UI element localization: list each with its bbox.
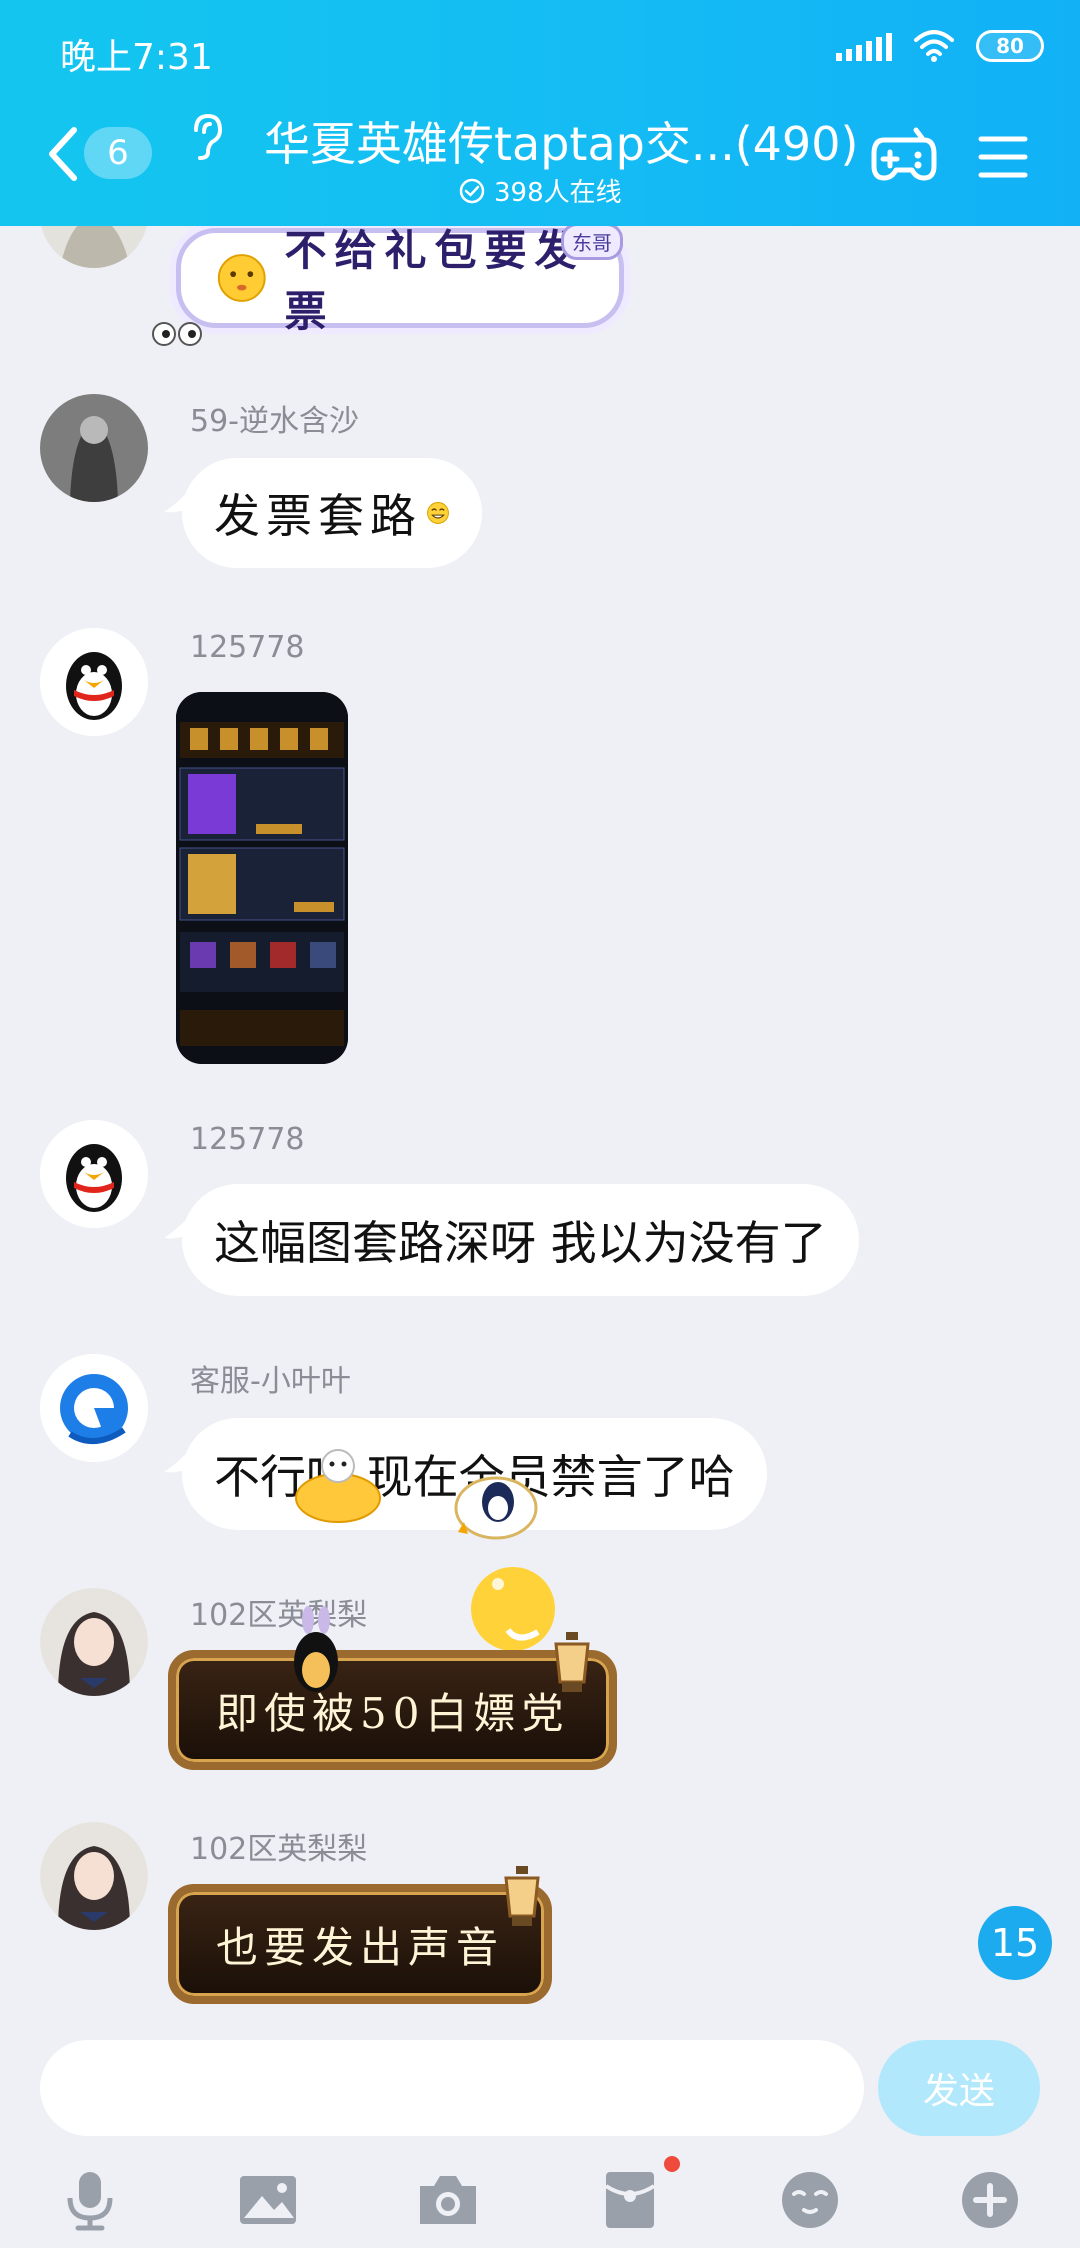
lantern-icon bbox=[554, 1632, 590, 1692]
gamepad-icon[interactable] bbox=[870, 126, 938, 184]
message-list[interactable]: 不给礼包要发票 东哥 59-逆水含沙 发票套路 125778 125778 这幅… bbox=[0, 226, 1080, 2038]
message-text: 发票套路 bbox=[214, 489, 422, 543]
member-tag: 东哥 bbox=[561, 226, 623, 260]
gold-message-bubble[interactable]: 也要发出声音 bbox=[168, 1884, 553, 2004]
microphone-icon[interactable] bbox=[58, 2168, 122, 2232]
image-message[interactable] bbox=[176, 692, 348, 1064]
penguin-sticker-icon bbox=[454, 1476, 538, 1540]
signal-icon bbox=[836, 31, 892, 61]
chat-header: 晚上7:31 80 6 华夏英雄传taptap交...(490) 398人在线 bbox=[0, 0, 1080, 226]
notification-dot bbox=[664, 2156, 680, 2172]
polar-bear-sticker-icon bbox=[295, 1449, 381, 1523]
unread-count-badge[interactable]: 6 bbox=[84, 127, 152, 179]
grin-emoji-icon bbox=[427, 502, 449, 524]
chevron-left-icon[interactable] bbox=[42, 124, 82, 184]
plus-icon[interactable] bbox=[958, 2168, 1022, 2232]
sender-name: 59-逆水含沙 bbox=[190, 404, 359, 439]
image-icon[interactable] bbox=[236, 2168, 300, 2232]
online-count: 398人在线 bbox=[494, 178, 622, 208]
online-status: 398人在线 bbox=[458, 172, 622, 209]
lantern-icon bbox=[504, 1866, 540, 1926]
group-name: 华夏英雄传taptap交... bbox=[264, 117, 735, 171]
member-count: (490) bbox=[734, 117, 859, 171]
customer-service-avatar-icon bbox=[40, 1354, 148, 1462]
check-circle-icon bbox=[459, 178, 485, 203]
sender-name: 125778 bbox=[190, 1122, 305, 1157]
avatar[interactable] bbox=[40, 226, 148, 268]
penguin-eyes-decoration bbox=[152, 322, 202, 346]
rabbit-penguin-sticker-icon bbox=[294, 1606, 338, 1692]
message-input[interactable] bbox=[40, 2040, 864, 2136]
message-text: 也要发出声音 bbox=[216, 1922, 505, 1972]
bottom-toolbar bbox=[0, 2148, 1080, 2248]
pout-emoji-icon bbox=[217, 254, 266, 302]
wifi-icon bbox=[914, 30, 954, 62]
sticker-bubble[interactable]: 不给礼包要发票 东哥 bbox=[176, 226, 624, 336]
group-title[interactable]: 华夏英雄传taptap交...(490) bbox=[264, 108, 858, 174]
message-text: 即使被50白嫖党 bbox=[216, 1688, 570, 1738]
sender-name: 客服-小叶叶 bbox=[190, 1364, 351, 1399]
status-icons: 80 bbox=[836, 30, 1044, 62]
ear-icon[interactable] bbox=[186, 112, 226, 162]
avatar[interactable] bbox=[40, 1120, 148, 1228]
status-time: 晚上7:31 bbox=[60, 37, 213, 78]
avatar[interactable] bbox=[40, 1822, 148, 1930]
penguin-avatar-icon bbox=[40, 1120, 148, 1228]
avatar[interactable] bbox=[40, 394, 148, 502]
camera-icon[interactable] bbox=[416, 2168, 480, 2232]
send-button[interactable]: 发送 bbox=[878, 2040, 1040, 2136]
sender-name: 102区英梨梨 bbox=[190, 1832, 368, 1867]
menu-icon[interactable] bbox=[978, 134, 1028, 180]
avatar[interactable] bbox=[40, 1588, 148, 1696]
avatar[interactable] bbox=[40, 1354, 148, 1462]
penguin-avatar-icon bbox=[40, 628, 148, 736]
red-packet-icon[interactable] bbox=[598, 2168, 662, 2232]
moon-sticker-icon bbox=[471, 1567, 555, 1651]
emoji-icon[interactable] bbox=[778, 2168, 842, 2232]
new-message-badge[interactable]: 15 bbox=[978, 1906, 1052, 1980]
gold-message-bubble[interactable]: 即使被50白嫖党 bbox=[168, 1650, 618, 1770]
message-text: 这幅图套路深呀 我以为没有了 bbox=[214, 1216, 827, 1270]
battery-icon: 80 bbox=[976, 30, 1044, 62]
message-bubble[interactable]: 这幅图套路深呀 我以为没有了 bbox=[182, 1184, 859, 1296]
message-bubble[interactable]: 发票套路 bbox=[182, 458, 482, 568]
sender-name: 125778 bbox=[190, 630, 305, 665]
avatar[interactable] bbox=[40, 628, 148, 736]
